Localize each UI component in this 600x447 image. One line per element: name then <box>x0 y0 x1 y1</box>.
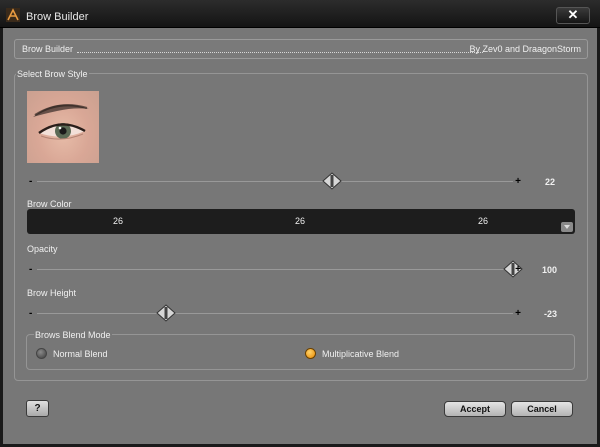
select-brow-style-group: Select Brow Style - + 22 Brow Color 26 2… <box>14 69 588 381</box>
brow-color-green: 26 <box>295 216 306 226</box>
app-icon <box>6 8 20 22</box>
slider-track[interactable] <box>37 313 513 314</box>
slider-track[interactable] <box>37 181 513 182</box>
normal-blend-label[interactable]: Normal Blend <box>53 349 108 359</box>
decrease-icon[interactable]: - <box>29 308 32 319</box>
help-button[interactable]: ? <box>26 400 49 417</box>
brow-height-slider[interactable]: - + <box>29 304 521 322</box>
close-icon: ✕ <box>567 7 579 22</box>
increase-icon[interactable]: + <box>515 308 521 319</box>
brows-blend-mode-group: Brows Blend Mode Normal Blend Multiplica… <box>26 330 575 370</box>
cancel-button[interactable]: Cancel <box>511 401 573 417</box>
dialog-body: Brow Builder By Zev0 and DraagonStorm Se… <box>3 28 597 444</box>
slider-track[interactable] <box>37 269 513 270</box>
increase-icon[interactable]: + <box>515 264 521 275</box>
slider-handle[interactable] <box>155 304 177 322</box>
close-button[interactable]: ✕ <box>556 7 590 24</box>
brow-style-value: 22 <box>545 177 556 187</box>
decrease-icon[interactable]: - <box>29 176 32 187</box>
blend-mode-label: Brows Blend Mode <box>34 330 112 340</box>
brow-height-label: Brow Height <box>27 288 77 298</box>
brow-color-label: Brow Color <box>27 199 72 209</box>
window-title: Brow Builder <box>26 11 89 23</box>
group-label: Select Brow Style <box>16 69 89 79</box>
dropdown-arrow-icon <box>564 225 570 229</box>
opacity-slider[interactable]: - + <box>29 260 523 278</box>
normal-blend-radio[interactable] <box>36 348 47 359</box>
brow-style-thumbnail[interactable] <box>27 91 99 163</box>
help-icon: ? <box>34 403 41 414</box>
accept-button[interactable]: Accept <box>444 401 506 417</box>
multiplicative-blend-label[interactable]: Multiplicative Blend <box>322 349 399 359</box>
brow-color-red: 26 <box>113 216 124 226</box>
header-strip: Brow Builder By Zev0 and DraagonStorm <box>14 39 588 59</box>
color-dropdown-button[interactable] <box>561 222 573 232</box>
brow-style-slider[interactable]: - + <box>29 172 521 190</box>
slider-handle[interactable] <box>321 172 343 190</box>
title-bar: Brow Builder ✕ <box>0 0 600 28</box>
header-title: Brow Builder <box>22 44 74 54</box>
header-credits: By Zev0 and DraagonStorm <box>469 44 581 54</box>
brow-color-blue: 26 <box>478 216 489 226</box>
multiplicative-blend-radio[interactable] <box>305 348 316 359</box>
decrease-icon[interactable]: - <box>29 264 32 275</box>
header-dotted-leader <box>77 44 483 53</box>
brow-height-value: -23 <box>544 309 558 319</box>
eye-image <box>33 104 89 140</box>
brow-color-picker[interactable]: 26 26 26 <box>27 209 575 234</box>
increase-icon[interactable]: + <box>515 176 521 187</box>
opacity-value: 100 <box>542 265 558 275</box>
opacity-label: Opacity <box>27 244 58 254</box>
